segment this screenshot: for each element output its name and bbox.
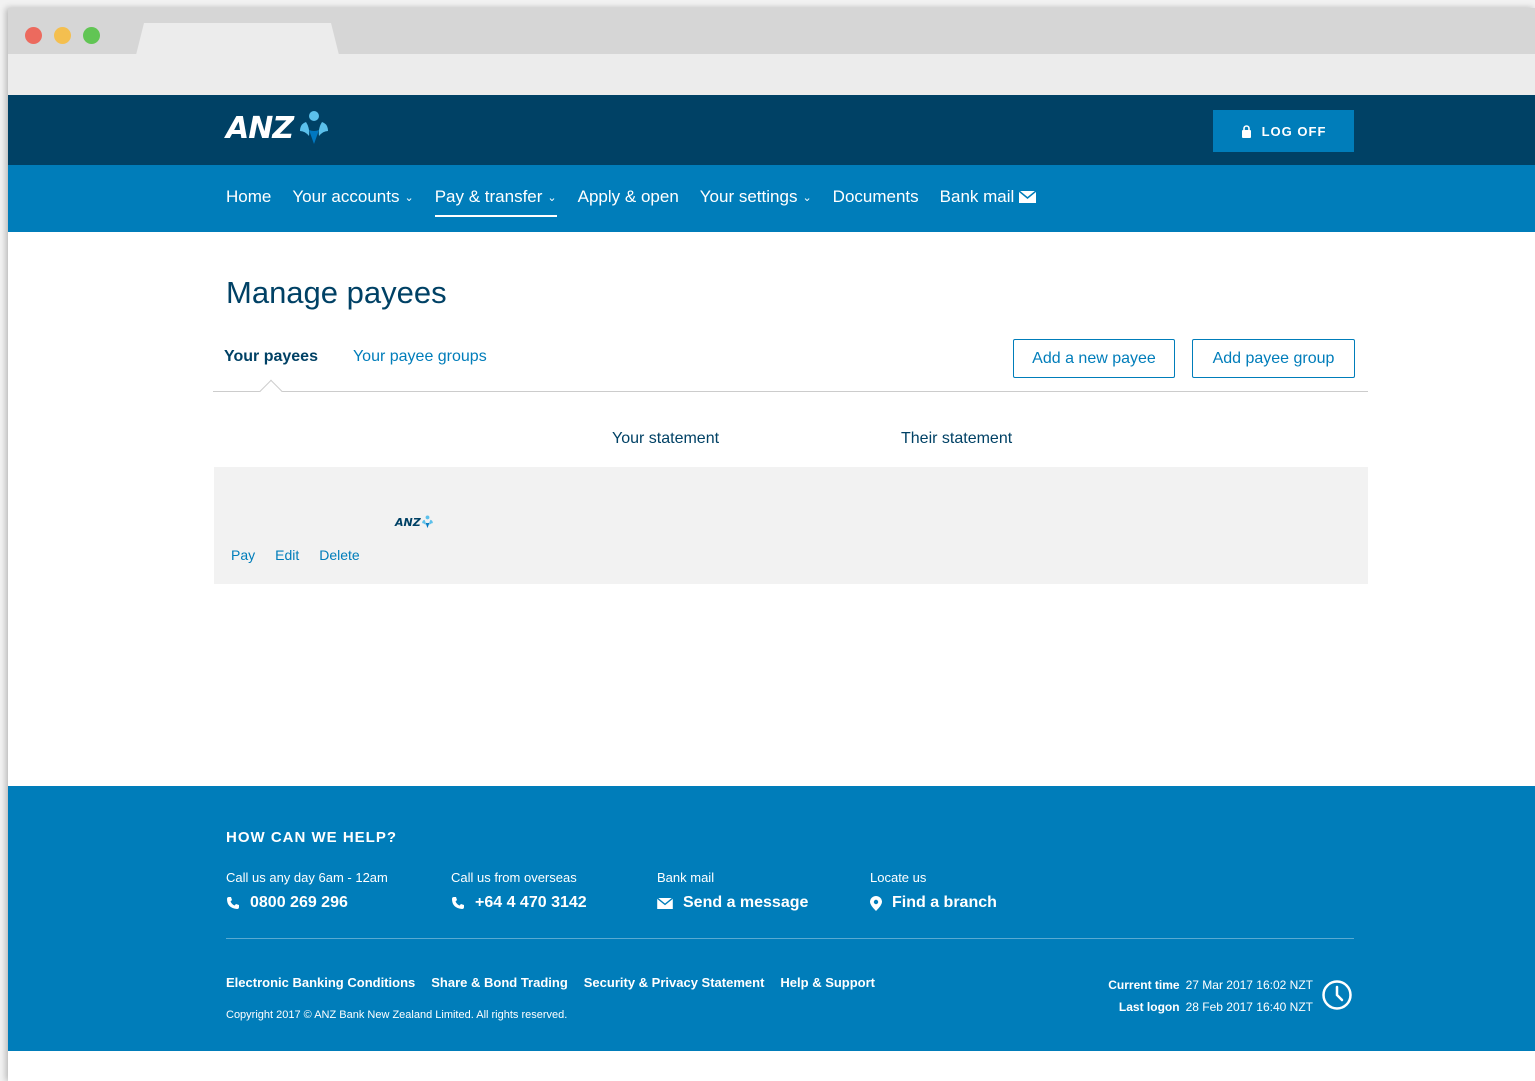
- contact-overseas: Call us from overseas +64 4 470 3142: [451, 870, 587, 912]
- browser-toolbar: [8, 54, 1535, 95]
- help-title: HOW CAN WE HELP?: [226, 829, 397, 846]
- page-title: Manage payees: [226, 275, 447, 310]
- phone-icon: [227, 897, 239, 909]
- nav-pay-transfer-label: Pay & transfer: [434, 187, 543, 206]
- clock-icon: [1322, 980, 1352, 1010]
- payee-row: ANZ Pay Edit Delete: [214, 467, 1368, 584]
- contact-phone-number: 0800 269 296: [250, 894, 348, 911]
- minimize-window-icon[interactable]: [54, 27, 71, 44]
- contact-locate: Locate us Find a branch: [870, 870, 997, 912]
- main-nav: Home Your accounts ⌄ Pay & transfer ⌄ Appl…: [8, 165, 1535, 232]
- location-icon: [870, 895, 882, 911]
- anz-people-icon: [300, 111, 329, 144]
- anz-logo[interactable]: ANZ: [226, 110, 331, 146]
- footer-link-share-bond-trading[interactable]: Share & Bond Trading: [431, 975, 568, 990]
- browser-tab[interactable]: [136, 23, 339, 55]
- add-new-payee-button[interactable]: Add a new payee: [1013, 339, 1175, 378]
- current-time-row: Current time 27 Mar 2017 16:02 NZT: [1108, 974, 1313, 996]
- contact-phone: Call us any day 6am - 12am 0800 269 296: [226, 870, 388, 912]
- edit-link[interactable]: Edit: [275, 547, 299, 563]
- add-payee-group-button[interactable]: Add payee group: [1192, 339, 1355, 378]
- footer-divider: [226, 938, 1354, 939]
- column-header-your-statement: Your statement: [612, 430, 720, 447]
- browser-titlebar: [8, 8, 1535, 55]
- send-message-link[interactable]: Send a message: [657, 894, 808, 912]
- session-times: Current time 27 Mar 2017 16:02 NZT Last l…: [1108, 974, 1313, 1018]
- site-header: ANZ LOG OFF: [8, 95, 1535, 165]
- nav-your-accounts[interactable]: Your accounts ⌄: [292, 187, 413, 213]
- nav-apply-open-label: Apply & open: [577, 187, 679, 206]
- payee-bank-logo-text: ANZ: [395, 515, 421, 529]
- log-off-button[interactable]: LOG OFF: [1213, 110, 1354, 152]
- last-logon-label: Last logon: [1118, 1000, 1180, 1014]
- tab-your-payees[interactable]: Your payees: [224, 348, 318, 366]
- browser-window: ANZ LOG OFF Home Your accounts ⌄ Pay & tr…: [8, 8, 1535, 1081]
- log-off-label: LOG OFF: [1261, 123, 1327, 139]
- delete-link[interactable]: Delete: [319, 547, 359, 563]
- copyright-text: Copyright 2017 © ANZ Bank New Zealand Li…: [226, 1009, 568, 1021]
- last-logon-value: 28 Feb 2017 16:40 NZT: [1185, 1000, 1313, 1014]
- nav-apply-open[interactable]: Apply & open: [578, 187, 679, 213]
- close-window-icon[interactable]: [25, 27, 42, 44]
- nav-home-label: Home: [226, 187, 272, 206]
- contact-overseas-label: Call us from overseas: [451, 870, 577, 885]
- nav-documents[interactable]: Documents: [833, 187, 919, 213]
- contact-phone-label: Call us any day 6am - 12am: [226, 870, 388, 885]
- lock-icon: [1241, 124, 1251, 138]
- contact-overseas-link[interactable]: +64 4 470 3142: [451, 894, 587, 912]
- phone-icon: [452, 897, 464, 909]
- anz-people-icon: [421, 515, 433, 529]
- current-time-label: Current time: [1108, 978, 1180, 992]
- contact-phone-link[interactable]: 0800 269 296: [226, 894, 388, 912]
- find-branch-label: Find a branch: [892, 894, 997, 911]
- footer-links: Electronic Banking Conditions Share & Bo…: [226, 975, 875, 990]
- nav-your-accounts-label: Your accounts: [292, 187, 400, 206]
- mail-icon: [1019, 191, 1037, 203]
- find-branch-link[interactable]: Find a branch: [870, 894, 997, 912]
- pay-link[interactable]: Pay: [231, 547, 255, 563]
- chevron-down-icon: ⌄: [547, 191, 557, 204]
- column-header-their-statement: Their statement: [901, 430, 1013, 447]
- nav-bank-mail-label: Bank mail: [939, 187, 1015, 206]
- payee-tabs: Your payees Your payee groups: [224, 348, 487, 366]
- contact-locate-label: Locate us: [870, 870, 927, 885]
- footer-link-security-privacy[interactable]: Security & Privacy Statement: [584, 975, 765, 990]
- last-logon-row: Last logon 28 Feb 2017 16:40 NZT: [1108, 996, 1313, 1018]
- tab-divider: [213, 391, 1368, 392]
- tab-your-payee-groups[interactable]: Your payee groups: [353, 348, 487, 366]
- nav-your-settings-label: Your settings: [699, 187, 798, 206]
- contact-bank-mail-label: Bank mail: [657, 870, 715, 885]
- contact-overseas-number: +64 4 470 3142: [475, 894, 587, 911]
- nav-home[interactable]: Home: [226, 187, 271, 213]
- footer-link-help-support[interactable]: Help & Support: [780, 975, 875, 990]
- chevron-down-icon: ⌄: [802, 191, 812, 204]
- contact-bank-mail: Bank mail Send a message: [657, 870, 808, 912]
- payee-row-actions: Pay Edit Delete: [231, 547, 360, 563]
- site-footer: HOW CAN WE HELP? Call us any day 6am - 1…: [8, 786, 1535, 1051]
- mail-icon: [657, 897, 673, 909]
- chevron-down-icon: ⌄: [404, 191, 414, 204]
- maximize-window-icon[interactable]: [83, 27, 100, 44]
- logo-text: ANZ: [226, 110, 294, 146]
- nav-bank-mail[interactable]: Bank mail: [940, 187, 1037, 213]
- current-time-value: 27 Mar 2017 16:02 NZT: [1185, 978, 1313, 992]
- active-tab-indicator: [259, 379, 283, 403]
- nav-pay-transfer[interactable]: Pay & transfer ⌄: [434, 187, 557, 217]
- nav-your-settings[interactable]: Your settings ⌄: [700, 187, 812, 213]
- nav-documents-label: Documents: [832, 187, 919, 206]
- send-message-label: Send a message: [683, 894, 809, 911]
- footer-link-ebanking-conditions[interactable]: Electronic Banking Conditions: [226, 975, 415, 990]
- payee-bank-logo: ANZ: [395, 515, 434, 529]
